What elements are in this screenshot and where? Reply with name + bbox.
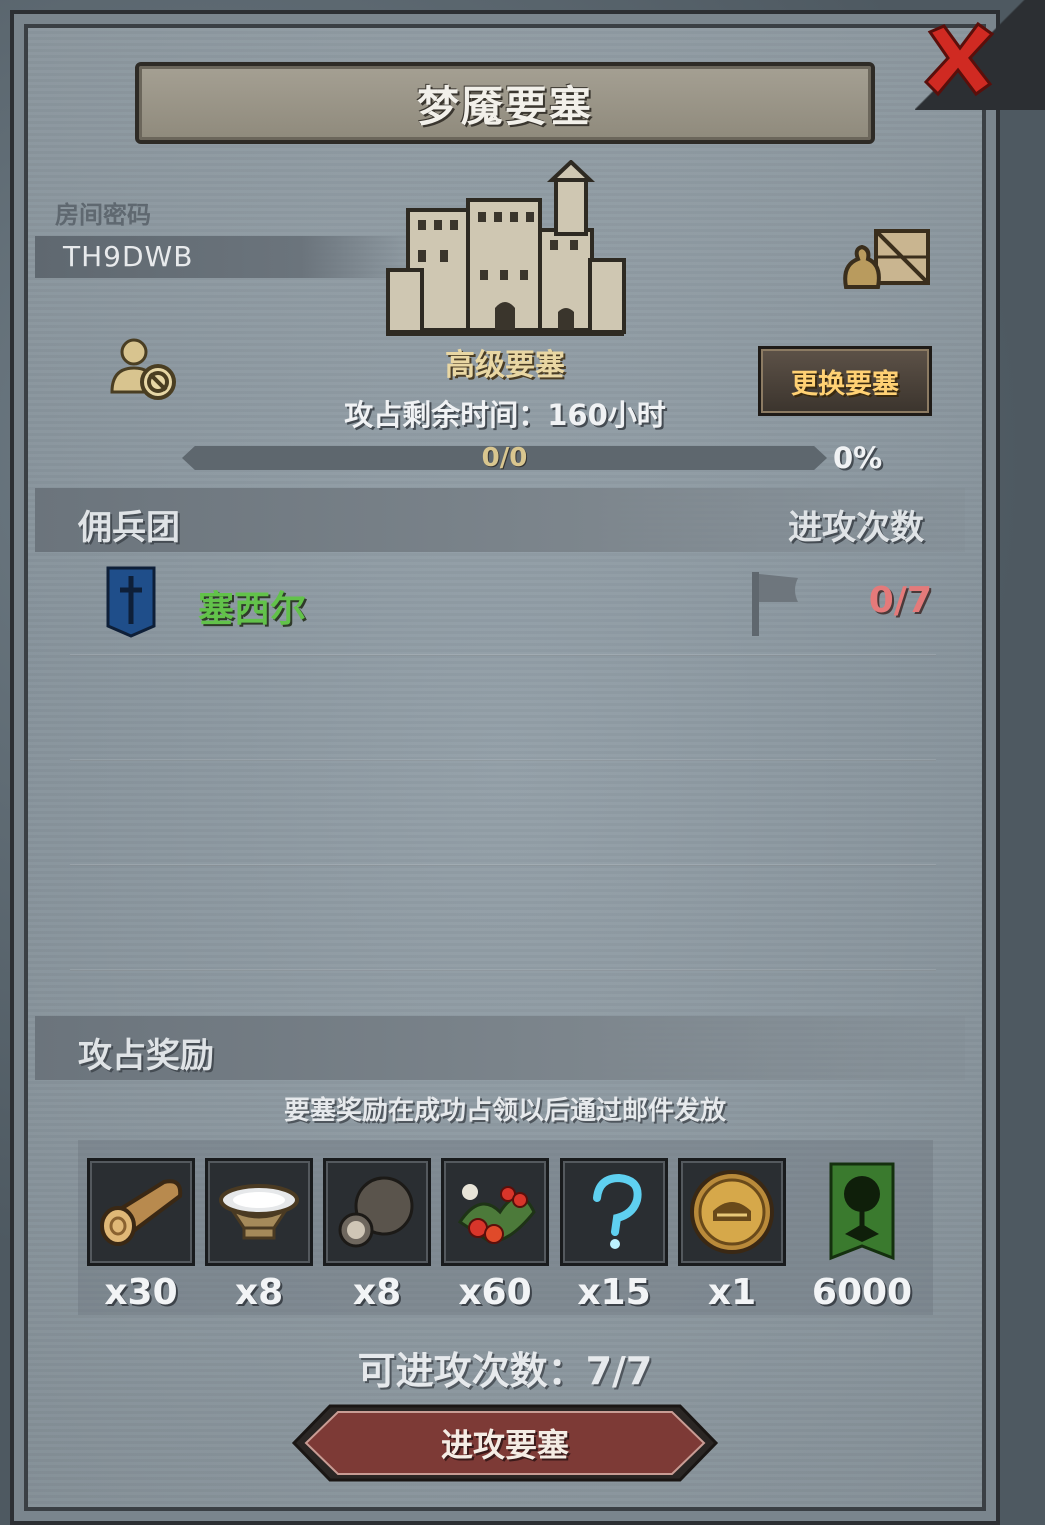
time-remaining: 攻占剩余时间：160小时 — [344, 398, 666, 432]
attack-fortress-label: 进攻要塞 — [440, 1426, 569, 1464]
row-divider — [70, 864, 936, 866]
progress-bar: 0/0 — [182, 446, 827, 470]
reward-item-bowl[interactable]: x8 — [205, 1158, 313, 1313]
shield-icon — [106, 566, 156, 638]
rewards-section-title: 攻占奖励 — [78, 1036, 214, 1076]
reward-item-mystery[interactable]: x15 — [560, 1158, 668, 1313]
inventory-bag-icon[interactable] — [840, 225, 932, 295]
reward-qty: x60 — [458, 1272, 532, 1313]
reward-item-banner[interactable]: 6000 — [808, 1158, 916, 1313]
row-divider — [70, 969, 936, 971]
reward-item-helmet[interactable]: x1 — [678, 1158, 786, 1313]
reward-qty: 6000 — [811, 1272, 913, 1313]
reward-qty: x1 — [707, 1272, 757, 1313]
silver-bowl-icon — [205, 1158, 313, 1266]
golden-helmet-icon — [678, 1158, 786, 1266]
truffle-icon — [323, 1158, 431, 1266]
castle-icon — [380, 159, 630, 340]
mercenary-attack-count: 0/7 — [868, 580, 932, 621]
reward-item-berries[interactable]: x60 — [441, 1158, 549, 1313]
progress-percent: 0% — [833, 441, 883, 475]
reward-qty: x8 — [234, 1272, 284, 1313]
berries-icon — [441, 1158, 549, 1266]
rewards-note: 要塞奖励在成功占领以后通过邮件发放 — [283, 1096, 726, 1126]
reward-qty: x15 — [577, 1272, 651, 1313]
reward-item-log[interactable]: x30 — [87, 1158, 195, 1313]
row-divider — [70, 654, 936, 656]
close-icon — [923, 21, 995, 97]
flag-icon — [748, 568, 804, 638]
room-code-label: 房间密码 — [55, 201, 151, 229]
mercenary-name: 塞西尔 — [198, 589, 307, 630]
reward-item-truffle[interactable]: x8 — [323, 1158, 431, 1313]
mercenary-section-title: 佣兵团 — [78, 508, 180, 548]
page-title: 梦魇要塞 — [416, 81, 593, 131]
attack-fortress-button[interactable]: 进攻要塞 — [290, 1402, 720, 1484]
progress-text: 0/0 — [481, 443, 528, 473]
room-code-value[interactable]: TH9DWB — [63, 240, 193, 273]
close-button[interactable] — [920, 20, 998, 98]
reward-qty: x8 — [352, 1272, 402, 1313]
tree-banner-icon — [808, 1158, 916, 1266]
title-plaque: 梦魇要塞 — [135, 62, 875, 144]
attack-count-header: 进攻次数 — [788, 508, 924, 548]
log-icon — [87, 1158, 195, 1266]
reward-qty: x30 — [104, 1272, 178, 1313]
row-divider — [70, 759, 936, 761]
blue-question-icon — [560, 1158, 668, 1266]
attempts-remaining: 可进攻次数：7/7 — [357, 1349, 653, 1393]
mercenary-row[interactable]: 塞西尔 0/7 — [70, 556, 936, 656]
